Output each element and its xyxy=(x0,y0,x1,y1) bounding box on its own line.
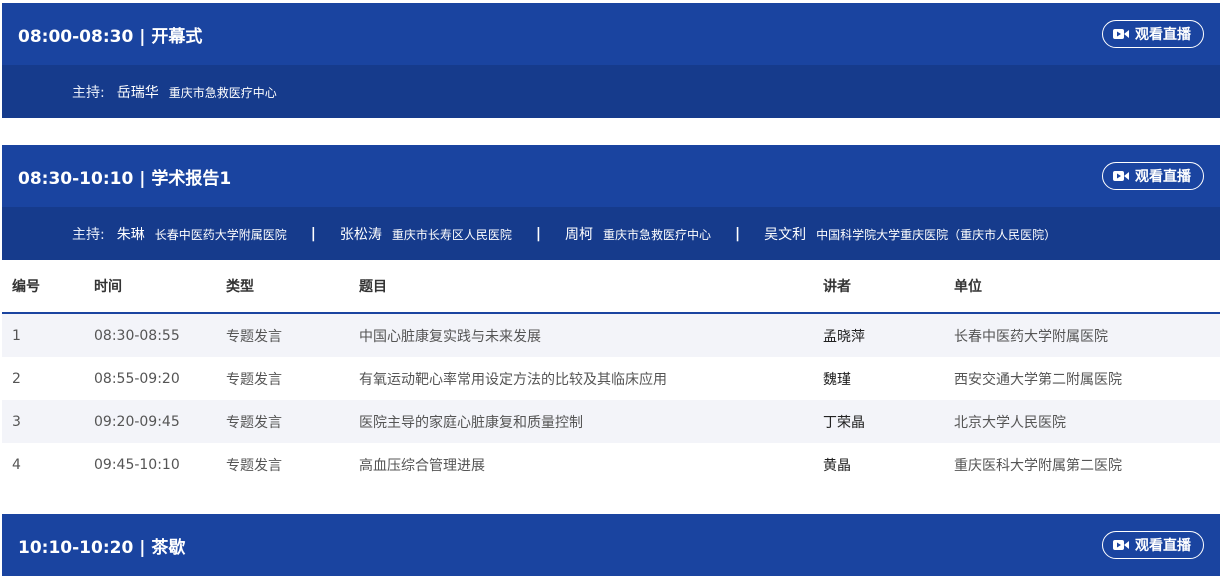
session-header: 10:10-10:20 | 茶歇 观看直播 xyxy=(2,514,1220,576)
host-name: 吴文利 xyxy=(764,226,807,243)
cell-time: 09:45-10:10 xyxy=(94,456,180,473)
host-org: 长春中医药大学附属医院 xyxy=(154,227,287,242)
cell-type: 专题发言 xyxy=(226,328,282,345)
video-camera-icon xyxy=(1113,539,1129,551)
host-separator: | xyxy=(735,225,741,242)
host-org: 中国科学院大学重庆医院（重庆市人民医院） xyxy=(816,227,1057,242)
watch-live-label: 观看直播 xyxy=(1135,27,1191,43)
video-camera-icon xyxy=(1113,170,1129,182)
session-tea-break: 10:10-10:20 | 茶歇 观看直播 xyxy=(2,514,1220,576)
cell-time: 08:55-09:20 xyxy=(94,370,180,387)
cell-no: 3 xyxy=(12,413,21,430)
cell-speaker: 丁荣晶 xyxy=(823,414,865,431)
header-org: 单位 xyxy=(954,279,982,295)
cell-topic: 中国心脏康复实践与未来发展 xyxy=(359,328,541,345)
session-header: 08:30-10:10 | 学术报告1 观看直播 xyxy=(2,145,1220,207)
cell-org: 长春中医药大学附属医院 xyxy=(954,328,1108,345)
session-opening: 08:00-08:30 | 开幕式 观看直播 主持: 岳瑞华 重庆市急救医疗中心 xyxy=(2,3,1220,118)
host-name: 张松涛 xyxy=(339,226,382,243)
host: 张松涛 重庆市长寿区人民医院 xyxy=(340,224,512,244)
watch-live-label: 观看直播 xyxy=(1135,169,1191,185)
hosts-label: 主持: xyxy=(72,84,105,101)
cell-no: 2 xyxy=(12,370,21,387)
table-row: 4 09:45-10:10 专题发言 高血压综合管理进展 黄晶 重庆医科大学附属… xyxy=(2,443,1220,486)
host-name: 岳瑞华 xyxy=(116,84,159,101)
cell-time: 09:20-09:45 xyxy=(94,413,180,430)
cell-topic: 高血压综合管理进展 xyxy=(359,457,485,474)
cell-no: 4 xyxy=(12,456,21,473)
schedule-table: 编号 时间 类型 题目 讲者 单位 1 08:30-08:55 专题发言 中国心… xyxy=(2,260,1220,486)
header-time: 时间 xyxy=(94,279,122,295)
cell-speaker: 黄晶 xyxy=(823,457,851,474)
watch-live-button[interactable]: 观看直播 xyxy=(1102,162,1204,190)
watch-live-button[interactable]: 观看直播 xyxy=(1102,531,1204,559)
header-topic: 题目 xyxy=(359,279,387,295)
host: 吴文利 中国科学院大学重庆医院（重庆市人民医院） xyxy=(764,224,1056,244)
cell-type: 专题发言 xyxy=(226,457,282,474)
cell-speaker: 孟晓萍 xyxy=(823,328,865,345)
cell-topic: 医院主导的家庭心脏康复和质量控制 xyxy=(359,414,583,431)
host: 岳瑞华 重庆市急救医疗中心 xyxy=(117,82,277,102)
host-name: 朱琳 xyxy=(116,226,145,243)
session-academic-report-1: 08:30-10:10 | 学术报告1 观看直播 主持: 朱琳 长春中医药大学附… xyxy=(2,145,1220,260)
hosts-label: 主持: xyxy=(72,226,105,243)
agenda-page: 08:00-08:30 | 开幕式 观看直播 主持: 岳瑞华 重庆市急救医疗中心… xyxy=(0,0,1224,579)
host-org: 重庆市急救医疗中心 xyxy=(168,85,277,100)
table-row: 3 09:20-09:45 专题发言 医院主导的家庭心脏康复和质量控制 丁荣晶 … xyxy=(2,400,1220,443)
video-camera-icon xyxy=(1113,28,1129,40)
host-separator: | xyxy=(535,225,541,242)
watch-live-button[interactable]: 观看直播 xyxy=(1102,20,1204,48)
session-header: 08:00-08:30 | 开幕式 观看直播 xyxy=(2,3,1220,65)
session-title: 08:00-08:30 | 开幕式 xyxy=(18,26,203,47)
host: 周柯 重庆市急救医疗中心 xyxy=(565,224,711,244)
table-row: 2 08:55-09:20 专题发言 有氧运动靶心率常用设定方法的比较及其临床应… xyxy=(2,357,1220,400)
cell-time: 08:30-08:55 xyxy=(94,327,180,344)
cell-speaker: 魏瑾 xyxy=(823,371,851,388)
host-org: 重庆市急救医疗中心 xyxy=(603,227,712,242)
session-hosts: 主持: 朱琳 长春中医药大学附属医院 | 张松涛 重庆市长寿区人民医院 | 周柯… xyxy=(2,207,1220,260)
host: 朱琳 长春中医药大学附属医院 xyxy=(117,224,287,244)
cell-type: 专题发言 xyxy=(226,414,282,431)
cell-type: 专题发言 xyxy=(226,371,282,388)
session-hosts: 主持: 岳瑞华 重庆市急救医疗中心 xyxy=(2,65,1220,118)
session-title: 08:30-10:10 | 学术报告1 xyxy=(18,168,232,189)
session-title: 10:10-10:20 | 茶歇 xyxy=(18,537,186,558)
cell-no: 1 xyxy=(12,327,21,344)
host-name: 周柯 xyxy=(565,226,593,243)
header-no: 编号 xyxy=(12,279,40,295)
table-header-row: 编号 时间 类型 题目 讲者 单位 xyxy=(2,260,1220,314)
host-separator: | xyxy=(310,225,316,242)
cell-org: 西安交通大学第二附属医院 xyxy=(954,371,1122,388)
table-row: 1 08:30-08:55 专题发言 中国心脏康复实践与未来发展 孟晓萍 长春中… xyxy=(2,314,1220,357)
header-speaker: 讲者 xyxy=(823,279,851,295)
watch-live-label: 观看直播 xyxy=(1135,538,1191,554)
cell-org: 重庆医科大学附属第二医院 xyxy=(954,457,1122,474)
cell-org: 北京大学人民医院 xyxy=(954,414,1066,431)
cell-topic: 有氧运动靶心率常用设定方法的比较及其临床应用 xyxy=(359,371,667,388)
host-org: 重庆市长寿区人民医院 xyxy=(391,227,512,242)
header-type: 类型 xyxy=(226,279,254,295)
